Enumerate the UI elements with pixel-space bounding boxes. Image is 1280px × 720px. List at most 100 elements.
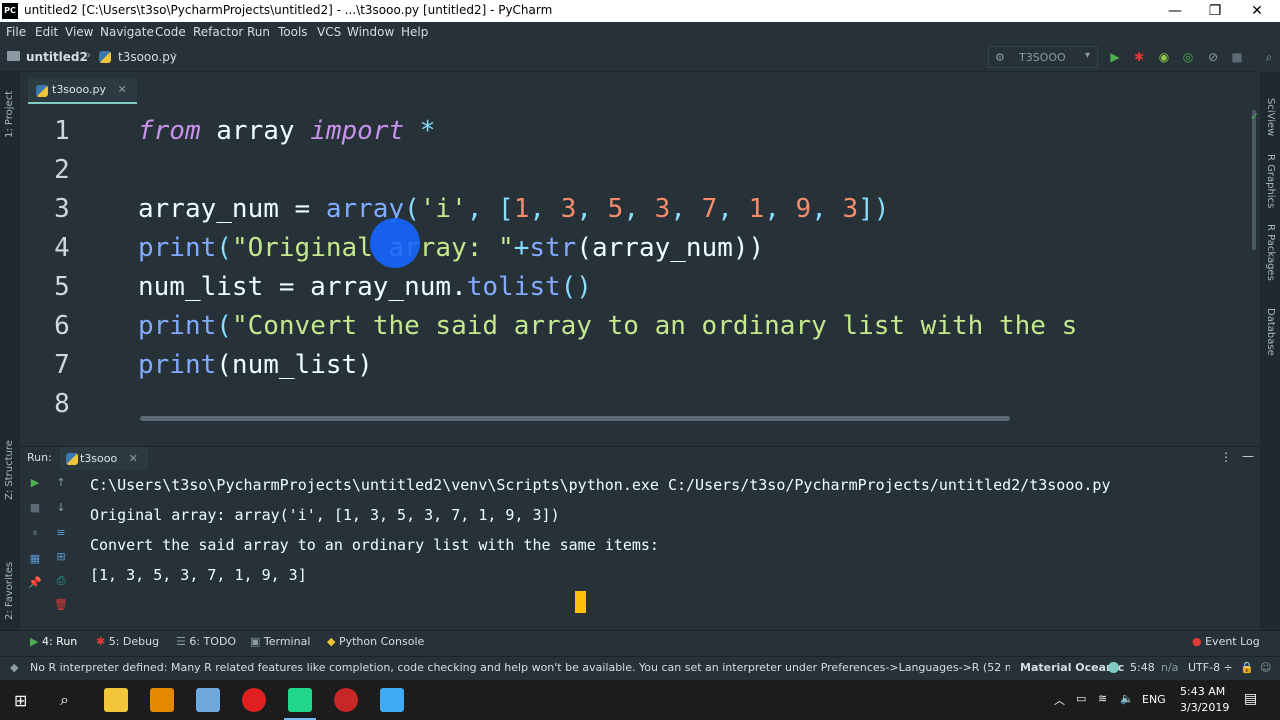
database-tool-tab[interactable]: Database: [1265, 308, 1276, 356]
pin-icon[interactable]: 📌: [28, 576, 42, 590]
structure-tool-tab[interactable]: Z: Structure: [4, 440, 15, 500]
opera-icon[interactable]: [242, 688, 266, 712]
menu-vcs[interactable]: VCS: [317, 25, 341, 39]
line-number: 1: [54, 116, 70, 146]
pycharm-taskbar-icon[interactable]: [288, 688, 312, 712]
restore-button[interactable]: ❐: [1192, 0, 1238, 22]
code-line-3: array_num = array('i', [1, 3, 5, 3, 7, 1…: [138, 194, 890, 224]
app-icon[interactable]: [196, 688, 220, 712]
line-number: 2: [54, 155, 70, 185]
run-console[interactable]: ▶ ■ ⏸ ▦ 📌 ↑ ↓ ≡ ⊞ ⎙ 🗑 C:\Users\t3so\Pych…: [20, 470, 1260, 630]
down-arrow-icon[interactable]: ↓: [54, 501, 68, 515]
r-graphics-tool-tab[interactable]: R Graphics: [1265, 154, 1276, 208]
battery-icon[interactable]: ▭: [1076, 692, 1086, 705]
breadcrumb-file[interactable]: t3sooo.py: [118, 50, 177, 64]
sciview-tool-tab[interactable]: SciView: [1265, 98, 1276, 136]
close-button[interactable]: ✕: [1234, 0, 1280, 22]
file-encoding[interactable]: UTF-8 ÷: [1188, 661, 1233, 674]
editor-tab-bar: t3sooo.py ✕: [20, 78, 1260, 104]
run-button[interactable]: ▶: [1106, 48, 1124, 66]
scroll-to-end-icon[interactable]: ⊞: [54, 550, 68, 564]
pause-button[interactable]: ⏸: [28, 526, 42, 540]
console-output-line: Convert the said array to an ordinary li…: [90, 536, 659, 554]
app-icon-2[interactable]: [380, 688, 404, 712]
file-explorer-icon[interactable]: [104, 688, 128, 712]
menu-help[interactable]: Help: [401, 25, 428, 39]
stop-run-button[interactable]: ■: [28, 501, 42, 515]
code-line-7: print(num_list): [138, 350, 373, 380]
windows-start-icon[interactable]: ⊞: [14, 691, 27, 710]
list-icon: ☰: [176, 635, 190, 648]
code-line-4: print("Original array: "+str(array_num)): [138, 233, 765, 263]
line-number: 4: [54, 233, 70, 263]
debug-button[interactable]: ✱: [1130, 48, 1148, 66]
r-packages-tool-tab[interactable]: R Packages: [1265, 224, 1276, 281]
clear-all-icon[interactable]: 🗑: [54, 598, 68, 612]
tool-tab-todo[interactable]: ☰ 6: TODO: [176, 635, 236, 648]
profile-button[interactable]: ◎: [1179, 48, 1197, 66]
language-indicator[interactable]: ENG: [1142, 693, 1166, 706]
pycharm-logo-icon: PC: [2, 3, 18, 19]
breadcrumb-project[interactable]: untitled2: [26, 50, 88, 64]
run-config-select[interactable]: ⚙ T3SOOO ▾: [988, 46, 1098, 68]
editor-vertical-scrollbar[interactable]: [1252, 110, 1256, 250]
clock-date[interactable]: 3/3/2019: [1180, 701, 1229, 714]
editor-horizontal-scrollbar[interactable]: [140, 416, 1010, 421]
line-number: 8: [54, 389, 70, 419]
coverage-button[interactable]: ◉: [1155, 48, 1173, 66]
stop-button[interactable]: ■: [1228, 48, 1246, 66]
line-number: 3: [54, 194, 70, 224]
close-tab-icon[interactable]: ✕: [118, 83, 127, 96]
soft-wrap-icon[interactable]: ≡: [54, 526, 68, 540]
up-arrow-icon[interactable]: ↑: [54, 476, 68, 490]
menu-window[interactable]: Window: [347, 25, 394, 39]
menu-tools[interactable]: Tools: [278, 25, 308, 39]
close-tab-icon[interactable]: ✕: [129, 452, 138, 465]
tool-tab-run[interactable]: ▶ 4: Run: [30, 635, 77, 648]
more-options-icon[interactable]: ⋮: [1220, 450, 1232, 464]
menu-file[interactable]: File: [6, 25, 26, 39]
clock-time[interactable]: 5:43 AM: [1180, 685, 1225, 698]
bug-icon: ✱: [96, 635, 109, 648]
line-separator[interactable]: n/a: [1161, 661, 1178, 674]
status-icon: ◆: [10, 661, 19, 674]
search-everywhere-icon[interactable]: ⌕: [1260, 48, 1278, 66]
run-icon: ▶: [30, 635, 42, 648]
print-icon[interactable]: ⎙: [54, 574, 68, 588]
notifications-icon[interactable]: ▤: [1244, 691, 1257, 707]
layout-icon[interactable]: ▦: [28, 552, 42, 566]
run-tab-t3sooo[interactable]: t3sooo ✕: [60, 447, 148, 471]
tool-window-bar: ▶ 4: Run ✱ 5: Debug ☰ 6: TODO ▣ Terminal…: [0, 630, 1280, 652]
menu-edit[interactable]: Edit: [35, 25, 58, 39]
menu-view[interactable]: View: [65, 25, 93, 39]
volume-icon[interactable]: 🔈: [1120, 692, 1134, 705]
lock-icon[interactable]: 🔒: [1240, 661, 1254, 674]
recorder-icon[interactable]: [334, 688, 358, 712]
menu-refactor[interactable]: Refactor: [193, 25, 243, 39]
menu-run[interactable]: Run: [247, 25, 270, 39]
inspector-icon[interactable]: ☺: [1260, 661, 1271, 674]
menu-navigate[interactable]: Navigate: [100, 25, 154, 39]
search-icon[interactable]: ⌕: [60, 690, 69, 710]
concurrency-button[interactable]: ⊘: [1204, 48, 1222, 66]
favorites-tool-tab[interactable]: 2: Favorites: [4, 562, 15, 620]
wifi-icon[interactable]: ≋: [1098, 692, 1107, 705]
run-panel-header: Run: t3sooo ✕ ⋮ —: [20, 446, 1260, 471]
minimize-panel-icon[interactable]: —: [1242, 449, 1254, 463]
code-editor[interactable]: 1 2 3 4 5 6 7 8 from array import * arra…: [20, 104, 1260, 426]
menu-bar: File Edit View Navigate Code Refactor Ru…: [0, 22, 1280, 42]
rerun-button[interactable]: ▶: [28, 476, 42, 490]
sublime-icon[interactable]: [150, 688, 174, 712]
editor-tab-t3sooo[interactable]: t3sooo.py ✕: [28, 78, 137, 104]
tool-tab-event-log[interactable]: ● Event Log: [1192, 635, 1260, 648]
tool-tab-terminal[interactable]: ▣ Terminal: [250, 635, 310, 648]
project-tool-tab[interactable]: 1: Project: [4, 91, 15, 138]
tool-tab-python-console[interactable]: ◆ Python Console: [327, 635, 424, 648]
tool-tab-debug[interactable]: ✱ 5: Debug: [96, 635, 159, 648]
run-config-label: T3SOOO: [1019, 51, 1066, 64]
status-message[interactable]: No R interpreter defined: Many R related…: [30, 661, 1010, 674]
title-bar: PC untitled2 [C:\Users\t3so\PycharmProje…: [0, 0, 1280, 22]
tray-chevron-up-icon[interactable]: ︿: [1054, 692, 1065, 708]
menu-code[interactable]: Code: [155, 25, 186, 39]
caret-position[interactable]: 5:48: [1130, 661, 1155, 674]
